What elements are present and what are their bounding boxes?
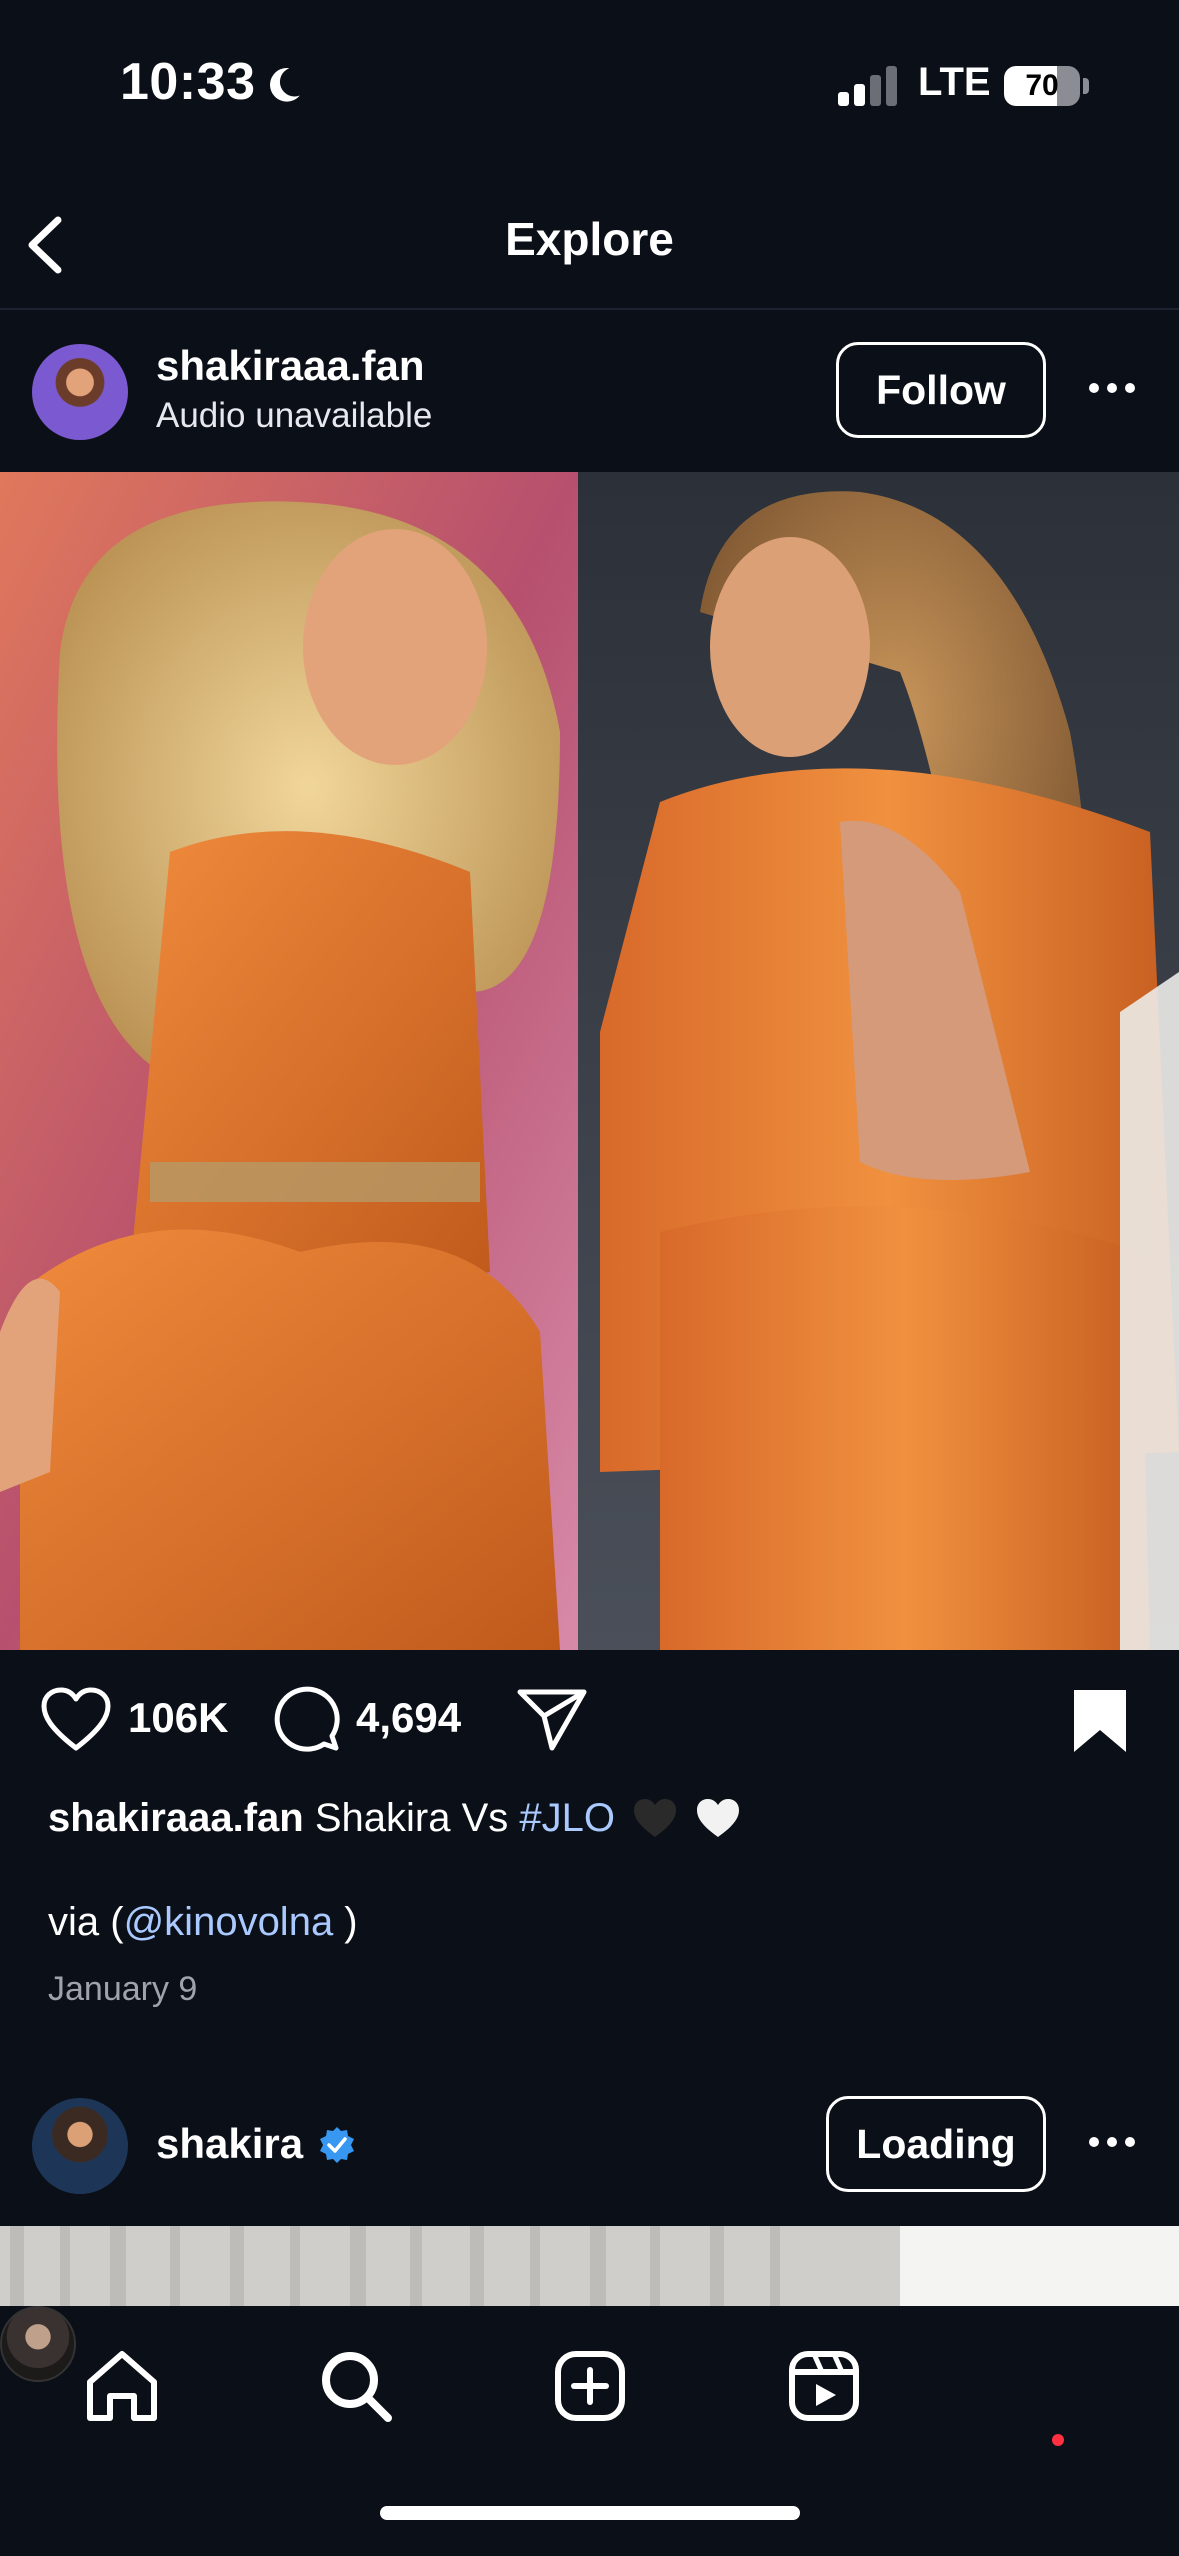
- post-username[interactable]: shakira: [156, 2120, 303, 2168]
- reels-icon[interactable]: [784, 2346, 864, 2426]
- follow-button[interactable]: Loading: [826, 2096, 1046, 2192]
- network-type: LTE: [918, 60, 991, 104]
- more-options-icon[interactable]: [1086, 2122, 1138, 2162]
- avatar[interactable]: [32, 344, 128, 440]
- caption-mention[interactable]: @kinovolna: [124, 1900, 334, 1944]
- cellular-signal-icon: [838, 66, 897, 106]
- caption-hashtag[interactable]: #JLO: [519, 1796, 615, 1840]
- caption-via: via (@kinovolna ): [48, 1900, 358, 1945]
- more-options-icon[interactable]: [1086, 368, 1138, 408]
- home-indicator: [380, 2506, 800, 2520]
- post-date: January 9: [48, 1970, 198, 2008]
- follow-button[interactable]: Follow: [836, 342, 1046, 438]
- black-heart-icon: [634, 1799, 677, 1837]
- next-post-image[interactable]: [0, 2226, 1179, 2308]
- like-count[interactable]: 106K: [128, 1694, 228, 1742]
- battery-level: 70: [1025, 69, 1059, 102]
- caption-username[interactable]: shakiraaa.fan: [48, 1796, 304, 1840]
- profile-avatar-tab[interactable]: [0, 2306, 76, 2382]
- battery-icon: 70: [1004, 66, 1080, 106]
- comment-count[interactable]: 4,694: [356, 1694, 461, 1742]
- via-suffix: ): [333, 1900, 358, 1944]
- post-header: shakiraaa.fan Audio unavailable Follow: [0, 312, 1179, 472]
- comment-bubble-icon[interactable]: [272, 1684, 340, 1752]
- bottom-tab-bar: [0, 2306, 1179, 2556]
- paper-plane-icon[interactable]: [516, 1686, 588, 1752]
- post-caption: shakiraaa.fan Shakira Vs #JLO: [48, 1790, 1128, 1846]
- explore-header: Explore: [0, 170, 1179, 310]
- next-post-header: shakira Loading: [0, 2066, 1179, 2226]
- page-title: Explore: [505, 213, 674, 265]
- avatar[interactable]: [32, 2098, 128, 2194]
- post-username[interactable]: shakiraaa.fan: [156, 342, 425, 390]
- bookmark-icon[interactable]: [1070, 1686, 1130, 1756]
- via-prefix: via (: [48, 1900, 124, 1944]
- audio-label[interactable]: Audio unavailable: [156, 396, 432, 436]
- post-image[interactable]: [0, 472, 1179, 1650]
- heart-icon[interactable]: [40, 1686, 112, 1752]
- plus-square-icon[interactable]: [550, 2346, 630, 2426]
- white-heart-icon: [697, 1799, 740, 1837]
- caption-text: Shakira Vs: [314, 1796, 509, 1840]
- verified-badge-icon: [320, 2127, 354, 2163]
- battery-nub: [1083, 78, 1089, 94]
- status-bar: 10:33 LTE 70: [0, 0, 1179, 170]
- search-icon[interactable]: [316, 2346, 396, 2426]
- moon-icon: [270, 68, 300, 102]
- notification-dot: [1052, 2434, 1064, 2446]
- status-time: 10:33: [120, 53, 256, 111]
- home-icon[interactable]: [82, 2346, 162, 2426]
- post-actions: 106K 4,694: [0, 1650, 1179, 1790]
